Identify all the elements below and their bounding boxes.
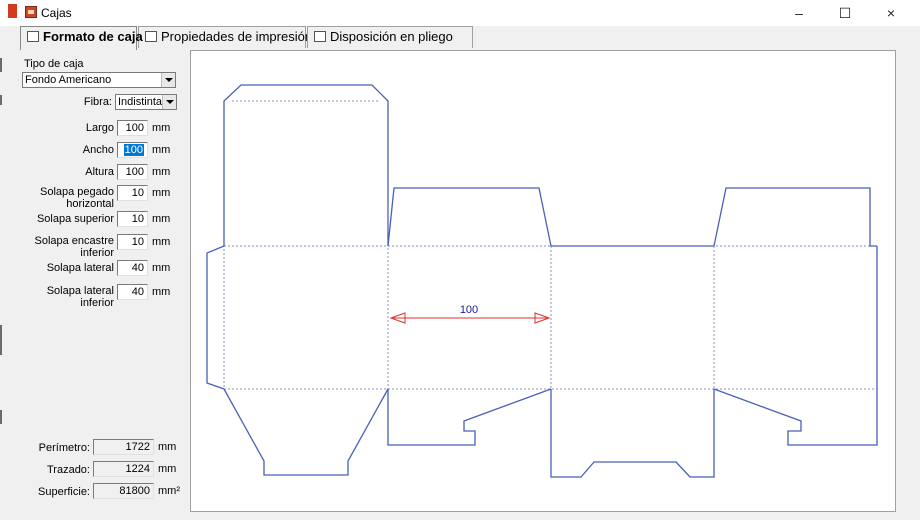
tab-propiedades-de-impresion[interactable]: Propiedades de impresión — [138, 26, 312, 48]
tab-bar: Formato de caja Propiedades de impresión… — [20, 26, 920, 50]
solapa-lateral-inferior-input[interactable]: 40 — [117, 284, 148, 300]
top-flap-right-cut — [713, 187, 877, 247]
unit-label: mm — [152, 166, 171, 178]
fibra-label: Fibra: — [83, 96, 112, 108]
background-app-icon — [8, 4, 17, 18]
unit-label: mm — [152, 286, 171, 298]
solapa-lateral-inferior-label: Solapa lateral inferior — [46, 285, 114, 309]
bottom-flap-2-cut — [387, 388, 552, 446]
minimize-button[interactable]: – — [776, 0, 822, 26]
edge-mark — [0, 95, 2, 105]
superficie-value: 81800 — [119, 485, 150, 497]
dieline-drawing: 100 — [206, 84, 878, 478]
solapa-lateral-label: Solapa lateral — [46, 262, 114, 274]
background-window-edge — [0, 0, 20, 520]
altura-label: Altura — [85, 166, 114, 178]
solapa-pegado-input[interactable]: 10 — [117, 185, 148, 201]
unit-label: mm — [158, 441, 177, 453]
solapa-encastre-value: 10 — [131, 236, 144, 248]
tipo-de-caja-label: Tipo de caja — [24, 58, 84, 70]
tab-label: Propiedades de impresión — [161, 29, 313, 44]
superficie-label: Superficie: — [38, 486, 90, 498]
bottom-flap-4-cut — [713, 388, 878, 446]
dimension-marker: 100 — [389, 304, 551, 324]
solapa-pegado-value: 10 — [131, 187, 144, 199]
box-format-icon — [27, 31, 39, 42]
unit-label: mm — [152, 236, 171, 248]
unit-label: mm — [152, 144, 171, 156]
unit-label: mm — [158, 463, 177, 475]
cut-lines — [206, 84, 878, 478]
solapa-pegado-label: Solapa pegado horizontal — [39, 186, 114, 210]
unit-label: mm — [152, 187, 171, 199]
trazado-value-box: 1224 — [93, 461, 154, 477]
top-flap-left-cut — [387, 187, 552, 247]
perimetro-value-box: 1722 — [93, 439, 154, 455]
fibra-select[interactable]: Indistinta — [115, 94, 177, 110]
perimetro-label: Perímetro: — [38, 442, 90, 454]
tab-formato-de-caja[interactable]: Formato de caja — [20, 26, 143, 50]
dimension-label: 100 — [460, 304, 478, 316]
dieline-canvas[interactable]: 100 — [190, 50, 896, 512]
solapa-lateral-inferior-value: 40 — [131, 286, 144, 298]
printer-properties-icon — [145, 31, 157, 42]
fibra-value: Indistinta — [118, 96, 163, 108]
edge-mark — [0, 58, 2, 72]
perimetro-value: 1722 — [125, 441, 150, 453]
chevron-down-icon[interactable] — [162, 95, 176, 109]
ancho-input[interactable]: 100 — [117, 142, 148, 158]
title-bar: Cajas – ☐ × — [0, 0, 920, 26]
glue-flap-cut — [206, 245, 225, 390]
largo-label: Largo — [85, 122, 114, 134]
superficie-value-box: 81800 — [93, 483, 154, 499]
edge-mark — [0, 325, 2, 355]
altura-input[interactable]: 100 — [117, 164, 148, 180]
tab-label: Disposición en pliego — [330, 29, 453, 44]
tab-label: Formato de caja — [43, 29, 143, 44]
edge-mark — [0, 410, 2, 424]
altura-value: 100 — [125, 166, 144, 178]
top-lid-cut — [223, 84, 389, 246]
tab-disposicion-en-pliego[interactable]: Disposición en pliego — [307, 26, 473, 48]
tipo-de-caja-value: Fondo Americano — [25, 74, 112, 86]
largo-value: 100 — [125, 122, 144, 134]
solapa-superior-input[interactable]: 10 — [117, 211, 148, 227]
solapa-superior-value: 10 — [131, 213, 144, 225]
box-parameters-panel: Tipo de caja Fondo Americano Fibra: Indi… — [20, 48, 190, 520]
unit-label: mm — [152, 122, 171, 134]
solapa-encastre-input[interactable]: 10 — [117, 234, 148, 250]
window-title: Cajas — [41, 6, 72, 20]
solapa-encastre-label: Solapa encastre inferior — [34, 235, 115, 259]
largo-input[interactable]: 100 — [117, 120, 148, 136]
bottom-flap-3-cut — [550, 389, 715, 478]
app-icon — [25, 6, 37, 18]
close-button[interactable]: × — [868, 0, 914, 26]
ancho-value: 100 — [123, 144, 144, 156]
trazado-label: Trazado: — [46, 464, 90, 476]
sheet-layout-icon — [314, 31, 326, 42]
solapa-lateral-input[interactable]: 40 — [117, 260, 148, 276]
unit-label: mm² — [158, 485, 180, 497]
unit-label: mm — [152, 213, 171, 225]
unit-label: mm — [152, 262, 171, 274]
solapa-superior-label: Solapa superior — [36, 213, 114, 225]
solapa-lateral-value: 40 — [131, 262, 144, 274]
trazado-value: 1224 — [125, 463, 150, 475]
maximize-button[interactable]: ☐ — [822, 0, 868, 26]
chevron-down-icon[interactable] — [161, 73, 175, 87]
bottom-flap-1-cut — [223, 388, 389, 476]
ancho-label: Ancho — [82, 144, 114, 156]
tipo-de-caja-select[interactable]: Fondo Americano — [22, 72, 176, 88]
